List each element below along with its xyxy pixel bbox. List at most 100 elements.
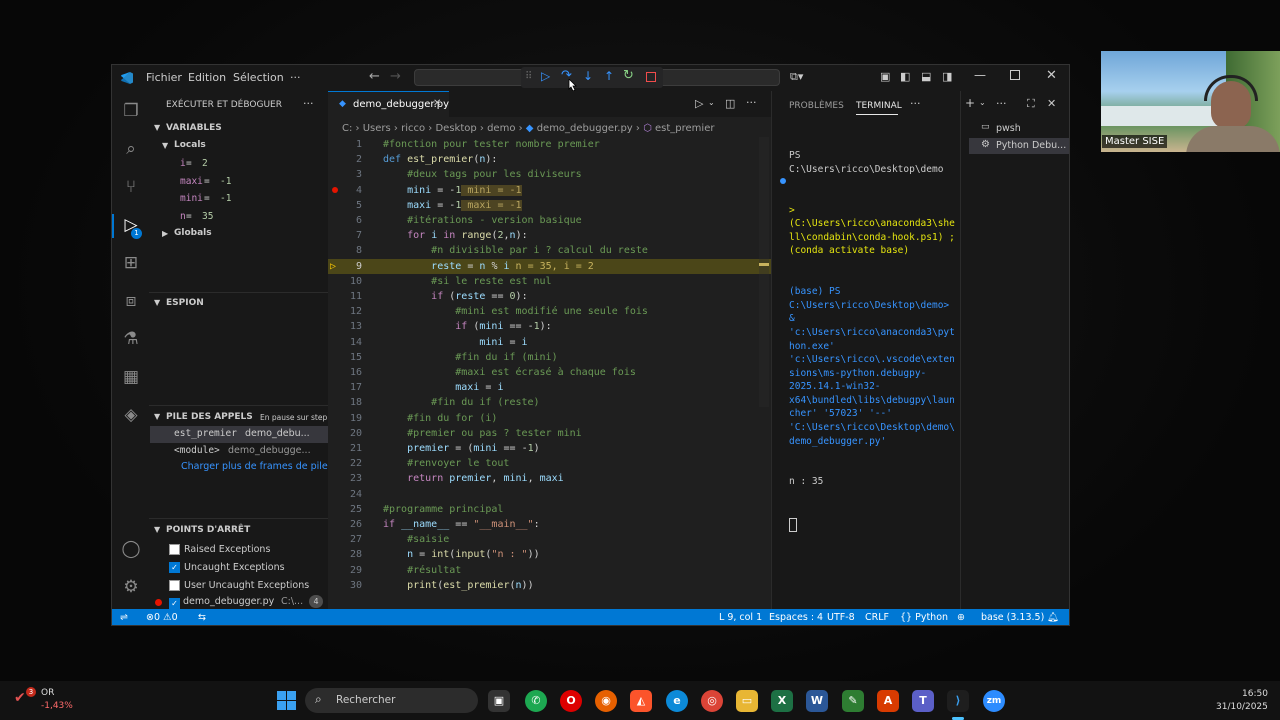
terminal-list-item-python-debug[interactable]: ⚙ Python Debu... [969, 138, 1069, 154]
code-line[interactable]: 12 #mini est modifié une seule fois [328, 304, 771, 319]
code-line[interactable]: 19 #fin du for (i) [328, 411, 771, 426]
extensions-icon[interactable]: ⊞ [120, 252, 142, 274]
manage-gear-icon[interactable]: ⚙ [120, 576, 142, 598]
line-number[interactable]: 30 [328, 578, 362, 593]
nav-back-icon[interactable]: ← [369, 69, 380, 84]
code-line[interactable]: 30 print(est_premier(n)) [328, 578, 771, 593]
run-dropdown-icon[interactable]: ⌄ [708, 98, 715, 107]
excel-icon[interactable]: X [771, 690, 793, 712]
line-number[interactable]: 12 [328, 304, 362, 319]
run-file-icon[interactable]: ▷ [695, 97, 703, 110]
cursor-position[interactable]: L 9, col 1 [719, 612, 762, 623]
breadcrumb-item[interactable]: est_premier [655, 123, 714, 134]
breadcrumb-item[interactable]: Users [363, 123, 391, 134]
chevron-down-icon[interactable]: ▼ [154, 412, 160, 421]
line-number[interactable]: 6 [328, 213, 362, 228]
line-number[interactable]: 20 [328, 426, 362, 441]
restart-icon[interactable]: ↻ [623, 68, 634, 83]
firefox-icon[interactable]: ◉ [595, 690, 617, 712]
panel-more-icon[interactable]: ··· [910, 97, 921, 110]
toggle-sidebar-icon[interactable]: ◧ [900, 70, 910, 83]
file-explorer-icon[interactable]: ▭ [736, 690, 758, 712]
breakpoint-row[interactable]: Raised Exceptions [169, 542, 270, 555]
breadcrumb-item[interactable]: Desktop [435, 123, 476, 134]
stop-icon[interactable] [646, 72, 656, 82]
globals-scope[interactable]: Globals [174, 228, 212, 238]
start-windows-icon[interactable] [277, 691, 296, 710]
sidebar-more-icon[interactable]: ··· [303, 97, 314, 110]
editor-more-icon[interactable]: ··· [746, 96, 757, 109]
python-env-icon[interactable]: ⊕ [957, 612, 965, 623]
callstack-header[interactable]: PILE DES APPELS [166, 412, 253, 422]
line-number[interactable]: 28 [328, 547, 362, 562]
remote-explorer-icon[interactable]: ⧈ [120, 290, 142, 312]
step-into-icon[interactable]: ↓ [583, 69, 593, 83]
explorer-icon[interactable]: ❐ [120, 100, 142, 122]
watch-header[interactable]: ESPION [166, 298, 204, 308]
code-line[interactable]: 8 #n divisible par i ? calcul du reste [328, 243, 771, 258]
code-line[interactable]: 1 #fonction pour tester nombre premier [328, 137, 771, 152]
encoding[interactable]: UTF-8 [827, 612, 855, 623]
line-number[interactable]: 13 [328, 319, 362, 334]
close-window-icon[interactable]: ✕ [1046, 68, 1057, 83]
line-number[interactable]: 10 [328, 274, 362, 289]
load-more-frames-link[interactable]: Charger plus de frames de pile [181, 461, 328, 472]
code-line[interactable]: 25 #programme principal [328, 502, 771, 517]
breadcrumb-item[interactable]: demo [487, 123, 515, 134]
terminal-more-icon[interactable]: ··· [996, 97, 1007, 110]
ports-icon[interactable]: ⇆ [198, 612, 206, 623]
step-out-icon[interactable]: ↑ [604, 69, 614, 83]
line-number[interactable]: 2 [328, 152, 362, 167]
testing-icon[interactable]: ⚗ [120, 328, 142, 350]
source-control-icon[interactable]: ⑂ [120, 176, 142, 198]
code-line[interactable]: 20 #premier ou pas ? tester mini [328, 426, 771, 441]
tab-terminal[interactable]: TERMINAL [856, 101, 902, 111]
line-number[interactable]: 29 [328, 563, 362, 578]
indentation[interactable]: Espaces : 4 [769, 612, 823, 623]
edge-icon[interactable]: e [666, 690, 688, 712]
whatsapp-icon[interactable]: ✆ [525, 690, 547, 712]
language-mode[interactable]: {} Python [900, 612, 948, 623]
menu-more[interactable]: ··· [290, 71, 301, 84]
zoom-icon[interactable]: zm [983, 690, 1005, 712]
line-number[interactable]: 8 [328, 243, 362, 258]
code-line[interactable]: 2 def est_premier(n): [328, 152, 771, 167]
breakpoint-row[interactable]: ✓ Uncaught Exceptions [169, 560, 285, 573]
python-interpreter[interactable]: base (3.13.5) [981, 612, 1044, 623]
task-view-icon[interactable]: ▣ [488, 690, 510, 712]
code-line[interactable]: 3 #deux tags pour les diviseurs [328, 167, 771, 182]
code-line[interactable]: 18 #fin du if (reste) [328, 395, 771, 410]
locals-scope[interactable]: Locals [174, 140, 206, 150]
menu-file[interactable]: Fichier [146, 71, 182, 84]
tab-problems[interactable]: PROBLÈMES [789, 101, 844, 111]
line-ending[interactable]: CRLF [865, 612, 889, 623]
breakpoint-checkbox[interactable] [169, 543, 180, 555]
line-number[interactable]: 17 [328, 380, 362, 395]
chevron-down-icon[interactable]: ▼ [154, 298, 160, 307]
terminal-list-item-pwsh[interactable]: ▭ pwsh [969, 121, 1069, 136]
continue-icon[interactable]: ▷ [541, 69, 550, 83]
breadcrumb-item[interactable]: ricco [401, 123, 425, 134]
line-number[interactable]: 14 [328, 335, 362, 350]
callstack-frame-selected[interactable]: est_premier demo_debu... [150, 426, 328, 443]
close-panel-icon[interactable]: ✕ [1047, 97, 1056, 110]
code-line[interactable]: 28 n = int(input("n : ")) [328, 547, 771, 562]
menu-edit[interactable]: Edition [188, 71, 226, 84]
code-line[interactable]: 10 #si le reste est nul [328, 274, 771, 289]
code-line[interactable]: 7 for i in range(2,n): [328, 228, 771, 243]
chevron-right-icon[interactable]: ▶ [162, 229, 168, 238]
problems-status[interactable]: ⊗0 ⚠0 [146, 612, 178, 623]
notifications-bell-icon[interactable]: 🔔︎ [1047, 612, 1059, 623]
line-number[interactable]: 3 [328, 167, 362, 182]
word-icon[interactable]: W [806, 690, 828, 712]
breakpoint-checkbox[interactable]: ✓ [169, 561, 180, 573]
line-number[interactable]: 15 [328, 350, 362, 365]
code-line[interactable]: 4 mini = -1 mini = -1 [328, 183, 771, 198]
code-line[interactable]: 17 maxi = i [328, 380, 771, 395]
opera-icon[interactable]: O [560, 690, 582, 712]
code-line[interactable]: 29 #résultat [328, 563, 771, 578]
containers-icon[interactable]: ▦ [120, 366, 142, 388]
code-line[interactable]: 13 if (mini == -1): [328, 319, 771, 334]
line-number[interactable]: 26 [328, 517, 362, 532]
copilot-icon[interactable]: ⧉▾ [790, 70, 803, 84]
